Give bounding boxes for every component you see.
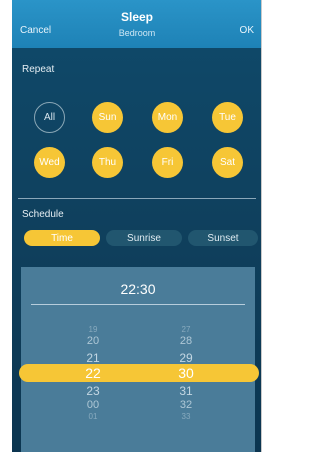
selected-hour[interactable]: 22	[73, 365, 113, 381]
minute-option[interactable]: 27	[166, 325, 206, 334]
time-picker[interactable]: 22:30 19 20 21 22 23 00 01 27 28 29 30 3…	[19, 267, 259, 452]
hour-option[interactable]: 01	[73, 412, 113, 421]
hour-option[interactable]: 21	[73, 351, 113, 365]
header-bar: Cancel Sleep Bedroom OK	[12, 0, 261, 48]
day-tue-button[interactable]: Tue	[212, 102, 243, 133]
minute-option[interactable]: 32	[166, 399, 206, 411]
minute-option[interactable]: 28	[166, 335, 206, 347]
minute-option[interactable]: 33	[166, 412, 206, 421]
day-sun-button[interactable]: Sun	[92, 102, 123, 133]
selected-time-display: 22:30	[120, 281, 156, 297]
hour-option[interactable]: 00	[73, 399, 113, 411]
day-all-button[interactable]: All	[34, 102, 65, 133]
schedule-sunrise-tab[interactable]: Sunrise	[106, 230, 182, 246]
selected-minute[interactable]: 30	[166, 365, 206, 381]
section-divider	[18, 198, 256, 199]
ok-button[interactable]: OK	[240, 25, 254, 36]
day-fri-button[interactable]: Fri	[152, 147, 183, 178]
schedule-time-tab[interactable]: Time	[24, 230, 100, 246]
day-sat-button[interactable]: Sat	[212, 147, 243, 178]
hour-option[interactable]: 19	[73, 325, 113, 334]
schedule-label: Schedule	[22, 209, 64, 220]
hour-option[interactable]: 20	[73, 335, 113, 347]
schedule-sunset-tab[interactable]: Sunset	[188, 230, 258, 246]
picker-divider	[31, 304, 245, 305]
day-wed-button[interactable]: Wed	[34, 147, 65, 178]
hour-option[interactable]: 23	[73, 384, 113, 398]
day-mon-button[interactable]: Mon	[152, 102, 183, 133]
minute-option[interactable]: 31	[166, 384, 206, 398]
minute-option[interactable]: 29	[166, 351, 206, 365]
day-thu-button[interactable]: Thu	[92, 147, 123, 178]
page-subtitle: Bedroom	[118, 28, 156, 38]
sleep-schedule-screen: Cancel Sleep Bedroom OK Repeat All Sun M…	[12, 0, 262, 452]
selection-highlight	[19, 364, 259, 382]
page-title: Sleep	[120, 10, 153, 24]
repeat-label: Repeat	[22, 64, 55, 75]
